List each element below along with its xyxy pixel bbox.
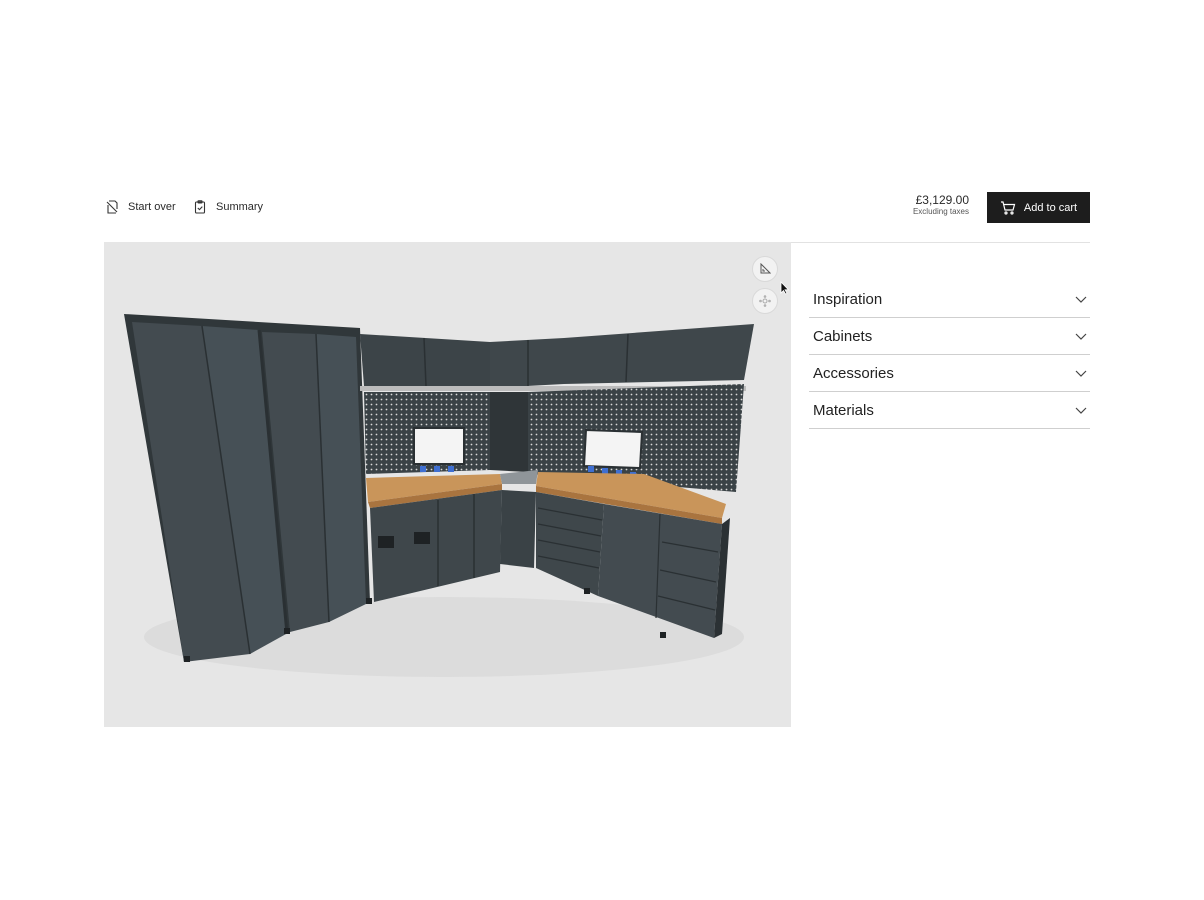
cart-icon <box>1000 200 1016 215</box>
accordion-label: Accessories <box>813 364 894 382</box>
measure-tool-button[interactable] <box>752 256 778 282</box>
clipboard-check-icon <box>194 200 206 214</box>
accordion-materials[interactable]: Materials <box>809 392 1090 429</box>
total-price: £3,129.00 <box>915 193 969 207</box>
accordion-cabinets[interactable]: Cabinets <box>809 318 1090 355</box>
start-over-label: Start over <box>128 201 176 213</box>
start-over-button[interactable]: Start over <box>104 190 176 224</box>
3d-viewer[interactable] <box>104 242 791 727</box>
chevron-down-icon <box>1075 370 1087 377</box>
chevron-down-icon <box>1075 333 1087 340</box>
measure-icon <box>760 263 771 274</box>
explode-tool-button[interactable] <box>752 288 778 314</box>
mouse-cursor-icon <box>780 281 790 295</box>
explode-icon <box>759 295 771 307</box>
accordion-inspiration[interactable]: Inspiration <box>809 281 1090 318</box>
price-tax-note: Excluding taxes <box>912 207 969 217</box>
accordion-label: Cabinets <box>813 327 873 345</box>
configuration-panel: Inspiration Cabinets Accessories Materia… <box>791 242 1090 728</box>
accordion-list: Inspiration Cabinets Accessories Materia… <box>809 281 1090 429</box>
accordion-accessories[interactable]: Accessories <box>809 355 1090 392</box>
add-to-cart-button[interactable]: Add to cart <box>987 192 1090 223</box>
toolbar: Start over Summary £3,129.00 Excluding t… <box>104 190 1090 224</box>
accordion-label: Materials <box>813 401 874 419</box>
summary-button[interactable]: Summary <box>192 190 263 224</box>
add-to-cart-label: Add to cart <box>1023 201 1078 214</box>
chevron-down-icon <box>1075 407 1087 414</box>
chevron-down-icon <box>1075 296 1087 303</box>
accordion-label: Inspiration <box>813 290 883 308</box>
price-block: £3,129.00 Excluding taxes <box>912 193 969 217</box>
summary-label: Summary <box>216 201 264 213</box>
garage-cabinet-render <box>124 314 754 677</box>
eraser-icon <box>106 200 118 214</box>
